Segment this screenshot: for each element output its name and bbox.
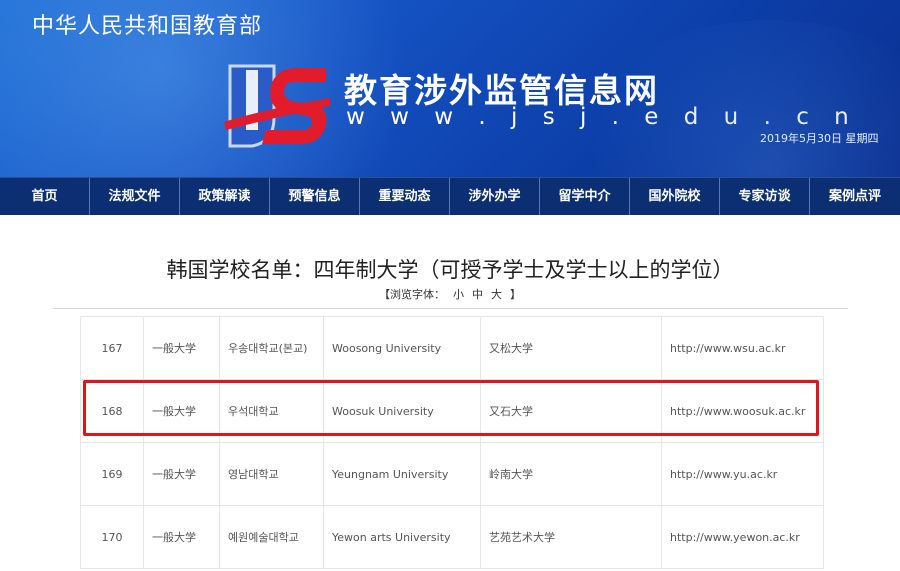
nav-foreign-universities[interactable]: 国外院校	[630, 178, 720, 215]
current-date: 2019年5月30日 星期四	[760, 132, 879, 145]
row-id: 170	[81, 506, 144, 568]
header-banner: 中华人民共和国教育部 教育涉外监管信息网 w w w . j s j . e d…	[0, 0, 900, 177]
font-large-link[interactable]: 大	[491, 288, 502, 301]
nav-home[interactable]: 首页	[0, 178, 90, 215]
table-row: 170 一般大学 예원예술대학교 Yewon arts University 艺…	[81, 506, 824, 569]
english-name: Yewon arts University	[324, 506, 481, 568]
nav-expert-interviews[interactable]: 专家访谈	[720, 178, 810, 215]
divider	[53, 308, 848, 309]
font-small-link[interactable]: 小	[453, 288, 464, 301]
school-table: 167 一般大学 우송대학교(본교) Woosong University 又松…	[80, 316, 824, 569]
school-url[interactable]: http://www.wsu.ac.kr	[662, 317, 824, 379]
korean-name: 우송대학교(본교)	[220, 317, 324, 379]
font-medium-link[interactable]: 中	[472, 288, 483, 301]
jsj-logo-icon	[224, 64, 330, 148]
font-size-label: 【浏览字体：	[379, 288, 445, 301]
main-nav: 首页 法规文件 政策解读 预警信息 重要动态 涉外办学 留学中介 国外院校 专家…	[0, 177, 900, 215]
school-url[interactable]: http://www.yu.ac.kr	[662, 443, 824, 505]
school-type: 一般大学	[144, 317, 220, 379]
korean-name: 예원예술대학교	[220, 506, 324, 568]
chinese-name: 艺苑艺术大学	[481, 506, 662, 568]
chinese-name: 岭南大学	[481, 443, 662, 505]
school-type: 一般大学	[144, 443, 220, 505]
nav-foreign-schools-domestic[interactable]: 涉外办学	[450, 178, 540, 215]
table-row: 167 一般大学 우송대학교(본교) Woosong University 又松…	[81, 316, 824, 380]
row-id: 167	[81, 317, 144, 379]
row-id: 169	[81, 443, 144, 505]
nav-case-reviews[interactable]: 案例点评	[810, 178, 900, 215]
chinese-name: 又松大学	[481, 317, 662, 379]
school-type: 一般大学	[144, 506, 220, 568]
school-url[interactable]: http://www.yewon.ac.kr	[662, 506, 824, 568]
nav-warnings[interactable]: 预警信息	[270, 178, 360, 215]
site-url: w w w . j s j . e d u . c n	[346, 104, 858, 130]
highlight-box	[83, 380, 819, 436]
ministry-name[interactable]: 中华人民共和国教育部	[32, 8, 262, 40]
korean-name: 영남대학교	[220, 443, 324, 505]
nav-agencies[interactable]: 留学中介	[540, 178, 630, 215]
table-row: 169 一般大学 영남대학교 Yeungnam University 岭南大学 …	[81, 443, 824, 506]
font-size-selector: 【浏览字体： 小中大】	[0, 286, 900, 302]
nav-policy[interactable]: 政策解读	[180, 178, 270, 215]
font-size-end: 】	[510, 288, 521, 301]
english-name: Yeungnam University	[324, 443, 481, 505]
english-name: Woosong University	[324, 317, 481, 379]
page-title: 韩国学校名单：四年制大学（可授予学士及学士以上的学位）	[166, 258, 734, 282]
nav-regulations[interactable]: 法规文件	[90, 178, 180, 215]
nav-news[interactable]: 重要动态	[360, 178, 450, 215]
